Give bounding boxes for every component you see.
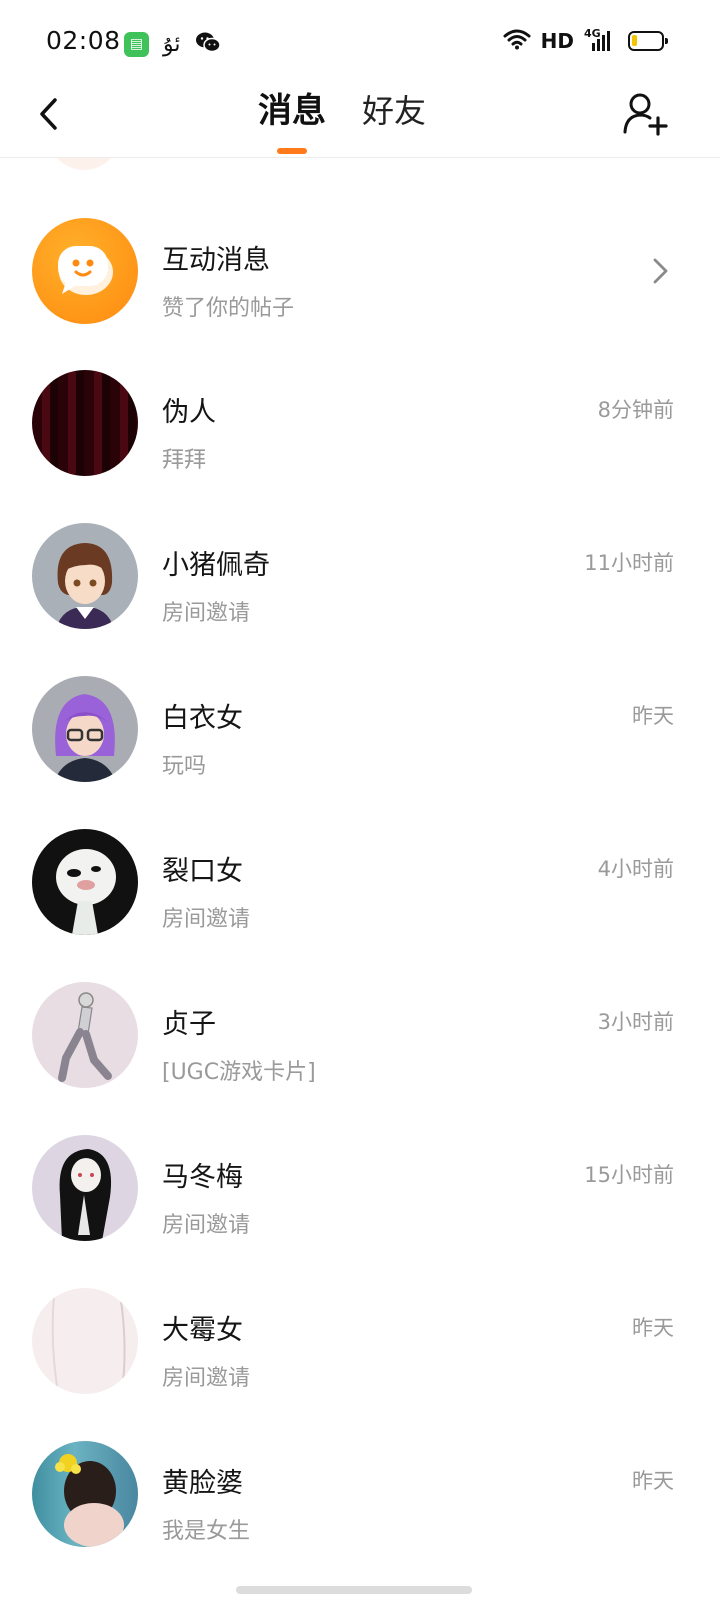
avatar [32, 982, 138, 1088]
conversation-row[interactable]: 小猪佩奇 房间邀请 11小时前 [0, 497, 720, 653]
last-message: 房间邀请 [162, 1366, 251, 1391]
conversation-row[interactable]: 伪人 拜拜 8分钟前 [0, 344, 720, 500]
add-friend-button[interactable] [622, 90, 668, 136]
avatar [32, 1135, 138, 1241]
conversation-row[interactable]: 大霉女 房间邀请 昨天 [0, 1262, 720, 1418]
avatar [32, 829, 138, 935]
last-message: 房间邀请 [162, 1213, 251, 1238]
avatar [48, 158, 120, 170]
message-time: 昨天 [632, 704, 674, 728]
contact-name: 白衣女 [162, 703, 243, 734]
active-tab-indicator [276, 148, 307, 154]
avatar [32, 370, 138, 476]
smiley-chat-icon [58, 246, 113, 295]
tab-messages[interactable]: 消息 [256, 88, 328, 154]
message-time: 15小时前 [584, 1163, 674, 1187]
message-time: 3小时前 [597, 1010, 674, 1034]
status-time: 02:08 [46, 26, 121, 55]
wechat-icon [195, 30, 221, 58]
message-time: 4小时前 [597, 857, 674, 881]
tab-messages-label: 消息 [257, 91, 326, 131]
avatar [32, 1441, 138, 1547]
battery-level [632, 35, 637, 46]
contact-name: 黄脸婆 [162, 1468, 243, 1499]
app-store-icon: ▤ [124, 31, 149, 57]
status-system-icons: HD 4G [503, 27, 668, 54]
interaction-title: 互动消息 [162, 245, 270, 276]
uyghur-glyph-icon: ئۇ [163, 31, 181, 57]
message-time: 昨天 [632, 1316, 674, 1340]
status-bar: 02:08 ▤ ئۇ HD 4G [0, 0, 720, 88]
contact-name: 裂口女 [162, 856, 243, 887]
message-time: 昨天 [632, 1469, 674, 1493]
battery-icon [628, 31, 668, 51]
message-time: 11小时前 [584, 551, 674, 575]
screen: 02:08 ▤ ئۇ HD 4G 消息 好友 互动消息 赞了你的帖子 伪人 拜拜… [0, 0, 720, 1600]
conversation-row[interactable]: 裂口女 房间邀请 4小时前 [0, 803, 720, 959]
contact-name: 贞子 [162, 1009, 216, 1040]
contact-name: 大霉女 [162, 1315, 243, 1346]
conversation-row[interactable]: 贞子 [UGC游戏卡片] 3小时前 [0, 956, 720, 1112]
home-indicator[interactable] [236, 1586, 472, 1594]
top-nav-bar: 消息 好友 [0, 88, 720, 158]
conversation-row[interactable]: 黄脸婆 我是女生 昨天 [0, 1415, 720, 1571]
avatar [32, 1288, 138, 1394]
last-message: 玩吗 [162, 754, 207, 779]
conversation-row[interactable]: 白衣女 玩吗 昨天 [0, 650, 720, 806]
interaction-avatar [32, 218, 138, 324]
tab-friends-label: 好友 [361, 92, 426, 130]
last-message: 我是女生 [162, 1519, 251, 1544]
avatar [32, 676, 138, 782]
tab-bar: 消息 好友 [0, 88, 720, 154]
last-message: [UGC游戏卡片] [162, 1060, 316, 1085]
contact-name: 马冬梅 [162, 1162, 243, 1193]
contact-name: 小猪佩奇 [162, 550, 270, 581]
signal-4g-icon: 4G [584, 27, 614, 53]
contact-name: 伪人 [162, 397, 216, 428]
interaction-messages-row[interactable]: 互动消息 赞了你的帖子 [0, 192, 720, 348]
last-message: 房间邀请 [162, 907, 251, 932]
hd-indicator: HD [540, 29, 574, 53]
last-message: 房间邀请 [162, 601, 251, 626]
chevron-right-icon [653, 258, 668, 284]
status-notification-icons: ▤ ئۇ [124, 30, 221, 58]
message-time: 8分钟前 [597, 398, 674, 422]
tab-friends[interactable]: 好友 [360, 88, 428, 136]
conversation-row[interactable]: 马冬梅 房间邀请 15小时前 [0, 1109, 720, 1265]
message-list: 互动消息 赞了你的帖子 伪人 拜拜 8分钟前 小猪佩奇 房间邀请 11小时前 白… [0, 158, 720, 1600]
avatar [32, 523, 138, 629]
wifi-icon [503, 28, 531, 54]
add-user-icon [623, 93, 668, 136]
interaction-subtitle: 赞了你的帖子 [162, 296, 295, 321]
last-message: 拜拜 [162, 448, 207, 473]
